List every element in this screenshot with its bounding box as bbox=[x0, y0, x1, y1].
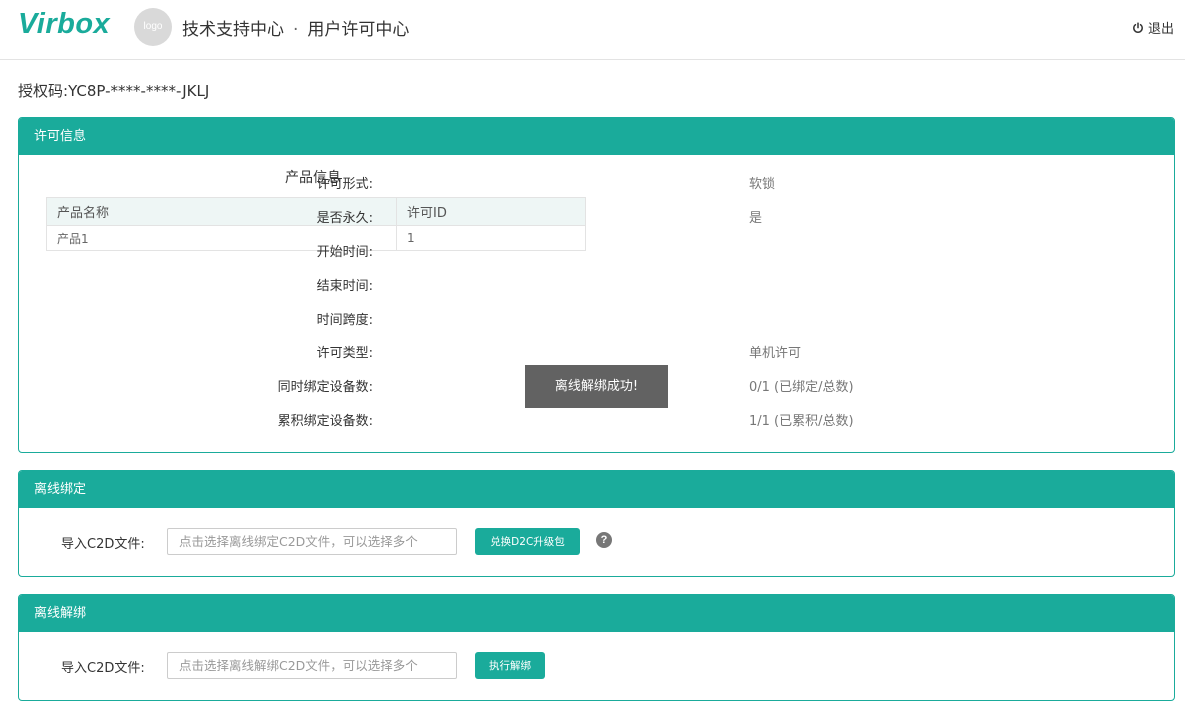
unbind-c2d-file-input[interactable] bbox=[167, 652, 457, 679]
c2d-file-label: 导入C2D文件: bbox=[61, 537, 145, 552]
bind-c2d-file-input[interactable] bbox=[167, 528, 457, 555]
info-label: 许可类型: bbox=[316, 346, 373, 361]
power-icon bbox=[1133, 21, 1143, 33]
info-value: 软锁 bbox=[749, 177, 776, 192]
info-label: 开始时间: bbox=[316, 245, 373, 260]
offline-bind-panel: 离线绑定 导入C2D文件: 兑换D2C升级包 ? bbox=[18, 470, 1175, 577]
info-row-start-time: 开始时间: bbox=[19, 241, 819, 261]
license-info-header: 许可信息 bbox=[19, 118, 1174, 155]
offline-unbind-body: 导入C2D文件: 执行解绑 bbox=[19, 632, 1174, 700]
info-label: 结束时间: bbox=[316, 279, 373, 294]
info-label: 是否永久: bbox=[316, 211, 373, 226]
logout-button[interactable]: 退出 bbox=[1132, 18, 1174, 37]
info-label: 许可形式: bbox=[316, 177, 373, 192]
c2d-file-label: 导入C2D文件: bbox=[61, 661, 145, 676]
info-value: 单机许可 bbox=[749, 346, 802, 361]
redeem-d2c-button[interactable]: 兑换D2C升级包 bbox=[475, 528, 580, 555]
top-bar: Virbox logo 技术支持中心 · 用户许可中心 退出 bbox=[0, 0, 1185, 60]
info-row-end-time: 结束时间: bbox=[19, 275, 819, 295]
info-label: 时间跨度: bbox=[316, 313, 373, 328]
title-separator: · bbox=[293, 20, 299, 40]
info-row-concurrent-devices: 同时绑定设备数: 0/1 (已绑定/总数) bbox=[19, 376, 854, 396]
info-row-permanent: 是否永久: 是 bbox=[19, 207, 819, 227]
offline-bind-header: 离线绑定 bbox=[19, 471, 1174, 508]
auth-code: 授权码:YC8P-****-****-JKLJ bbox=[18, 80, 209, 101]
info-label: 同时绑定设备数: bbox=[277, 380, 373, 395]
info-row-license-form: 许可形式: 软锁 bbox=[19, 173, 819, 193]
info-value: 是 bbox=[749, 211, 763, 226]
info-value: 0/1 (已绑定/总数) bbox=[749, 380, 854, 395]
info-row-time-span: 时间跨度: bbox=[19, 309, 819, 329]
title-support-center[interactable]: 技术支持中心 bbox=[182, 20, 284, 40]
info-row-license-type: 许可类型: 单机许可 bbox=[19, 342, 819, 362]
info-row-cumulative-devices: 累积绑定设备数: 1/1 (已累积/总数) bbox=[19, 410, 854, 430]
page-title: 技术支持中心 · 用户许可中心 bbox=[182, 15, 409, 40]
info-value: 1/1 (已累积/总数) bbox=[749, 414, 854, 429]
toast-message: 离线解绑成功! bbox=[525, 365, 668, 408]
logo-placeholder: logo bbox=[134, 8, 172, 46]
offline-bind-body: 导入C2D文件: 兑换D2C升级包 ? bbox=[19, 508, 1174, 576]
title-license-center: 用户许可中心 bbox=[307, 20, 410, 40]
question-circle-icon[interactable]: ? bbox=[596, 532, 612, 548]
brand-logo[interactable]: Virbox bbox=[18, 8, 110, 41]
offline-unbind-header: 离线解绑 bbox=[19, 595, 1174, 632]
offline-unbind-panel: 离线解绑 导入C2D文件: 执行解绑 bbox=[18, 594, 1175, 701]
auth-code-label: 授权码: bbox=[18, 82, 69, 100]
auth-code-value: YC8P-****-****-JKLJ bbox=[68, 82, 210, 100]
execute-unbind-button[interactable]: 执行解绑 bbox=[475, 652, 545, 679]
info-label: 累积绑定设备数: bbox=[277, 414, 373, 429]
logout-label: 退出 bbox=[1147, 22, 1174, 37]
